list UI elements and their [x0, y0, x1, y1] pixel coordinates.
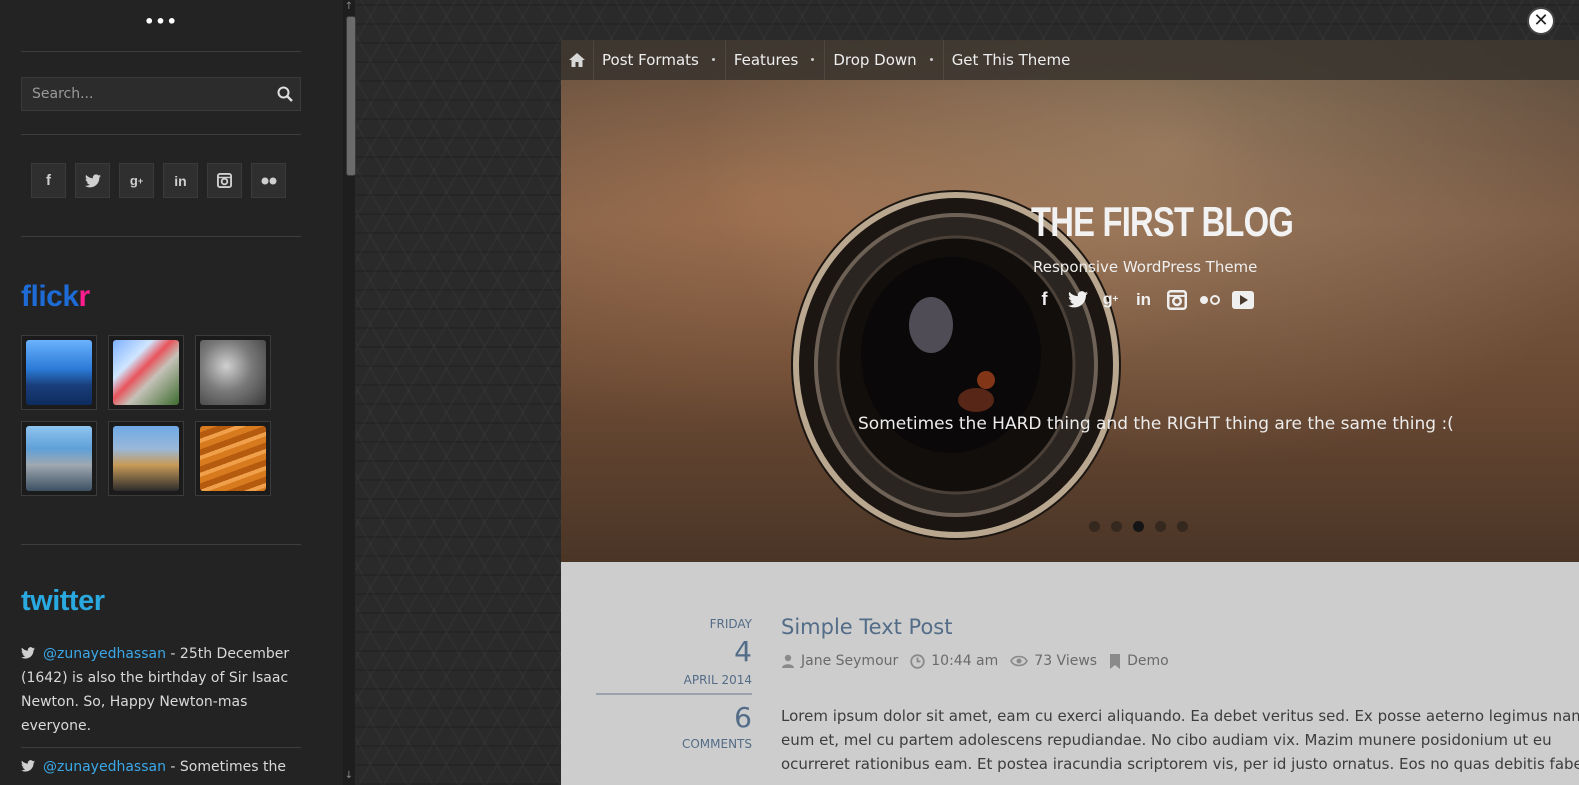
comments-label[interactable]: COMMENTS [596, 737, 752, 751]
divider [21, 236, 301, 237]
instagram-icon[interactable] [207, 163, 242, 198]
eye-icon [1010, 655, 1029, 667]
main-content: Post Formats Features Drop Down Get This… [561, 40, 1579, 785]
twitter-logo: twitter [21, 585, 105, 617]
facebook-icon[interactable]: f [1033, 288, 1056, 311]
post-excerpt-line: ocurreret rationibus eam. Et postea irac… [781, 755, 1579, 773]
divider [21, 747, 301, 748]
twitter-icon[interactable] [1066, 288, 1089, 311]
slider-pagination [1089, 521, 1188, 532]
scrollbar-thumb[interactable] [346, 16, 356, 176]
scroll-up-arrow-icon[interactable]: ↑ [343, 2, 355, 12]
tweet: @zunayedhassan - 25th December (1642) is… [21, 642, 301, 738]
nav-item-get-this-theme[interactable]: Get This Theme [942, 40, 1097, 80]
twitter-bird-icon [21, 760, 35, 772]
hero-social-links: f g + in [1033, 288, 1254, 311]
flickr-gallery [21, 335, 271, 496]
twitter-icon[interactable] [75, 163, 110, 198]
close-button[interactable]: ✕ [1527, 7, 1555, 35]
flickr-icon[interactable] [251, 163, 286, 198]
tweet-handle-link[interactable]: @zunayedhassan [43, 646, 166, 662]
divider [21, 51, 301, 52]
sidebar-social-links: f g + in [31, 163, 286, 198]
nav-separator-dot [929, 58, 933, 61]
search-input[interactable] [22, 78, 262, 110]
flickr-thumbnail[interactable] [21, 335, 97, 410]
flickr-thumbnail[interactable] [21, 421, 97, 496]
slider-dot[interactable] [1177, 521, 1188, 532]
google-plus-icon[interactable]: g + [1099, 288, 1122, 311]
main-navigation: Post Formats Features Drop Down Get This… [561, 40, 1579, 80]
slider-dot[interactable] [1089, 521, 1100, 532]
search-box [21, 77, 301, 111]
instagram-icon[interactable] [1165, 288, 1188, 311]
nav-separator-dot [711, 58, 715, 61]
twitter-bird-icon [21, 647, 35, 659]
nav-item-label: Get This Theme [951, 51, 1071, 69]
post-excerpt-line: Lorem ipsum dolor sit amet, eam cu exerc… [781, 707, 1579, 725]
post-meta: Jane Seymour 10:44 am 73 Views Demo [781, 653, 1181, 669]
post-date: FRIDAY 4 APRIL 2014 6 COMMENTS [596, 617, 752, 751]
tweet-text: - Sometimes the [165, 759, 286, 775]
divider [596, 693, 752, 695]
tweet-handle-link[interactable]: @zunayedhassan [43, 759, 166, 775]
nav-item-post-formats[interactable]: Post Formats [593, 40, 725, 80]
post-category[interactable]: Demo [1109, 653, 1169, 669]
sidebar-scrollbar[interactable]: ↑ ↓ [343, 0, 356, 785]
blog-post: FRIDAY 4 APRIL 2014 6 COMMENTS Simple Te… [561, 562, 1579, 785]
post-author[interactable]: Jane Seymour [781, 653, 898, 669]
nav-item-label: Drop Down [833, 51, 917, 69]
slider-dot-active[interactable] [1133, 521, 1144, 532]
post-category-value: Demo [1127, 653, 1169, 669]
post-day: 4 [734, 635, 752, 668]
post-excerpt: Lorem ipsum dolor sit amet, eam cu exerc… [781, 704, 1579, 776]
nav-item-features[interactable]: Features [724, 40, 825, 80]
hero-banner: Post Formats Features Drop Down Get This… [561, 40, 1579, 562]
flickr-thumbnail[interactable] [195, 421, 271, 496]
hero-quote: Sometimes the HARD thing and the RIGHT t… [858, 414, 1454, 434]
slider-dot[interactable] [1155, 521, 1166, 532]
post-weekday: FRIDAY [709, 617, 752, 631]
post-month-year: APRIL 2014 [683, 673, 752, 687]
site-tagline: Responsive WordPress Theme [1033, 258, 1258, 276]
home-icon[interactable] [561, 40, 593, 80]
flickr-logo: flickr [21, 280, 90, 314]
linkedin-icon[interactable]: in [163, 163, 198, 198]
nav-item-label: Post Formats [602, 51, 699, 69]
flickr-thumbnail[interactable] [108, 335, 184, 410]
site-title[interactable]: THE FIRST BLOG [1031, 198, 1294, 246]
comments-count[interactable]: 6 [596, 701, 752, 735]
post-time: 10:44 am [910, 653, 998, 669]
flickr-thumbnail[interactable] [108, 421, 184, 496]
post-title[interactable]: Simple Text Post [781, 615, 952, 639]
post-author-name: Jane Seymour [801, 653, 899, 669]
post-views-value: 73 Views [1034, 653, 1098, 669]
user-icon [782, 654, 794, 668]
linkedin-icon[interactable]: in [1132, 288, 1155, 311]
divider [21, 544, 301, 545]
close-icon: ✕ [1533, 10, 1549, 31]
clock-icon [910, 653, 925, 669]
nav-separator-dot [811, 58, 815, 61]
facebook-icon[interactable]: f [31, 163, 66, 198]
search-icon[interactable] [277, 86, 293, 102]
flickr-icon[interactable] [1198, 288, 1221, 311]
sidebar: ••• f g+ in flickr twitter [0, 0, 343, 785]
divider [21, 134, 301, 135]
slider-dot[interactable] [1111, 521, 1122, 532]
bookmark-icon [1110, 653, 1121, 669]
google-plus-icon[interactable]: g + [119, 163, 154, 198]
tweet: @zunayedhassan - Sometimes the [21, 755, 301, 779]
flickr-logo-part2: r [78, 280, 91, 313]
scroll-down-arrow-icon[interactable]: ↓ [343, 771, 355, 781]
post-views: 73 Views [1010, 653, 1097, 669]
youtube-icon[interactable] [1231, 288, 1254, 311]
flickr-logo-part1: flick [21, 280, 79, 313]
sidebar-menu-dots[interactable]: ••• [0, 12, 322, 31]
flickr-thumbnail[interactable] [195, 335, 271, 410]
nav-item-drop-down[interactable]: Drop Down [824, 40, 942, 80]
post-time-value: 10:44 am [931, 653, 999, 669]
nav-item-label: Features [733, 51, 799, 69]
post-excerpt-line: eum et, mel cu partem adolescens repudia… [781, 731, 1552, 749]
